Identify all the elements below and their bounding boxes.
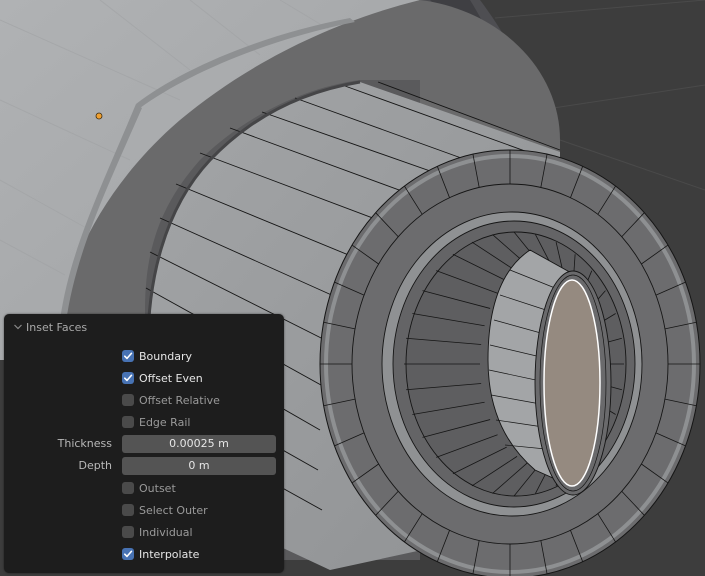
select-outer-row: Select Outer xyxy=(4,500,284,520)
offset-relative-checkbox[interactable]: Offset Relative xyxy=(122,390,220,410)
select-outer-label: Select Outer xyxy=(139,503,208,517)
offset-even-label: Offset Even xyxy=(139,371,203,385)
interpolate-label: Interpolate xyxy=(139,547,200,561)
depth-field[interactable]: 0 m xyxy=(122,457,276,475)
individual-row: Individual xyxy=(4,522,284,542)
checkbox-empty-icon[interactable] xyxy=(122,416,134,428)
edge-rail-checkbox[interactable]: Edge Rail xyxy=(122,412,190,432)
checkbox-empty-icon[interactable] xyxy=(122,394,134,406)
thickness-field[interactable]: 0.00025 m xyxy=(122,435,276,453)
outset-row: Outset xyxy=(4,478,284,498)
select-outer-checkbox[interactable]: Select Outer xyxy=(122,500,208,520)
depth-row: Depth 0 m xyxy=(4,456,284,476)
object-origin-dot[interactable] xyxy=(95,112,103,120)
panel-header[interactable]: Inset Faces xyxy=(4,318,284,336)
checkmark-icon[interactable] xyxy=(122,548,134,560)
checkbox-empty-icon[interactable] xyxy=(122,504,134,516)
offset-relative-row: Offset Relative xyxy=(4,390,284,410)
checkmark-icon[interactable] xyxy=(122,350,134,362)
interpolate-checkbox[interactable]: Interpolate xyxy=(122,544,199,564)
offset-even-checkbox[interactable]: Offset Even xyxy=(122,368,203,388)
edge-rail-label: Edge Rail xyxy=(139,415,191,429)
offset-relative-label: Offset Relative xyxy=(139,393,220,407)
offset-even-row: Offset Even xyxy=(4,368,284,388)
individual-checkbox[interactable]: Individual xyxy=(122,522,193,542)
boundary-row: Boundary xyxy=(4,346,284,366)
interpolate-row: Interpolate xyxy=(4,544,284,564)
edge-rail-row: Edge Rail xyxy=(4,412,284,432)
outset-checkbox[interactable]: Outset xyxy=(122,478,176,498)
chevron-down-icon[interactable] xyxy=(11,320,25,334)
thickness-label: Thickness xyxy=(57,437,112,450)
boundary-label: Boundary xyxy=(139,349,192,363)
individual-label: Individual xyxy=(139,525,193,539)
panel-title: Inset Faces xyxy=(26,320,88,334)
thickness-row: Thickness 0.00025 m xyxy=(4,434,284,454)
depth-label: Depth xyxy=(78,459,112,472)
checkbox-empty-icon[interactable] xyxy=(122,526,134,538)
operator-panel-inset-faces: Inset Faces Boundary Offset Even Offset Re… xyxy=(4,314,284,573)
selected-face[interactable] xyxy=(543,279,601,487)
checkmark-icon[interactable] xyxy=(122,372,134,384)
boundary-checkbox[interactable]: Boundary xyxy=(122,346,192,366)
checkbox-empty-icon[interactable] xyxy=(122,482,134,494)
outset-label: Outset xyxy=(139,481,176,495)
